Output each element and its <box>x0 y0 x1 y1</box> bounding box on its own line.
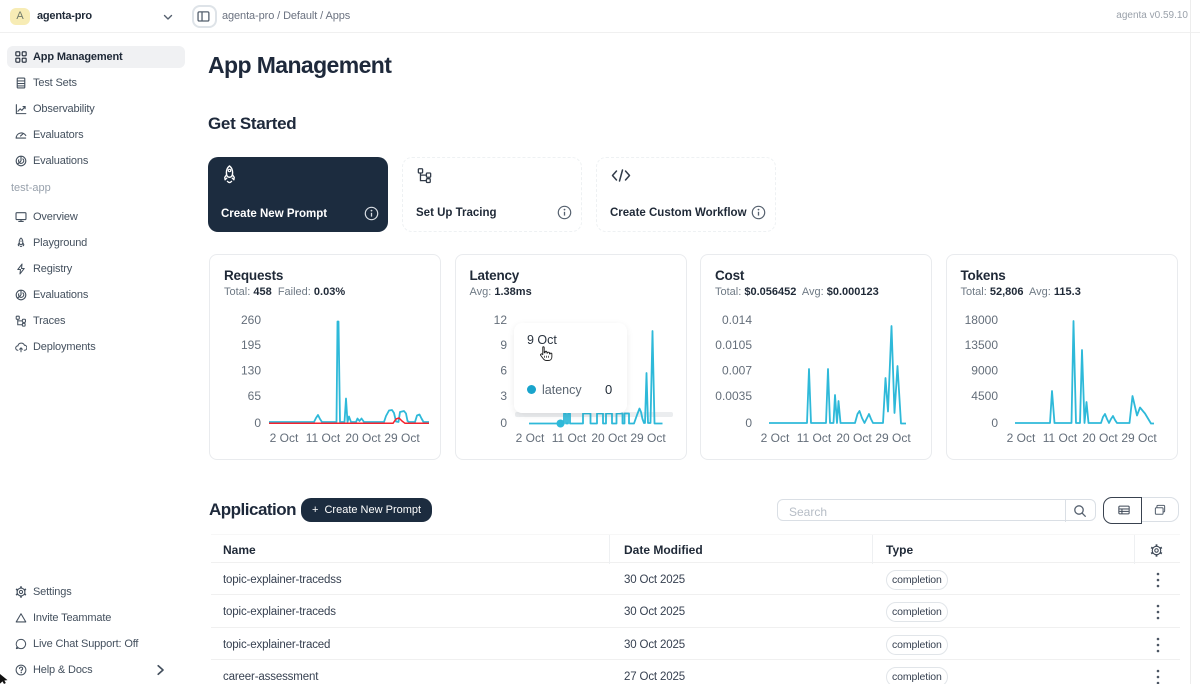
svg-text:0: 0 <box>500 416 507 430</box>
svg-text:0.0035: 0.0035 <box>715 389 752 403</box>
svg-text:11 Oct: 11 Oct <box>1042 431 1077 445</box>
svg-text:20 Oct: 20 Oct <box>591 431 627 445</box>
svg-text:0.007: 0.007 <box>722 364 752 378</box>
svg-text:4500: 4500 <box>971 389 998 403</box>
svg-text:20 Oct: 20 Oct <box>345 431 381 445</box>
svg-text:0.014: 0.014 <box>722 313 752 327</box>
svg-text:29 Oct: 29 Oct <box>875 431 911 445</box>
svg-text:0: 0 <box>991 416 998 430</box>
svg-text:9: 9 <box>500 338 507 352</box>
svg-text:0: 0 <box>745 416 752 430</box>
svg-text:29 Oct: 29 Oct <box>1121 431 1157 445</box>
svg-text:29 Oct: 29 Oct <box>630 431 666 445</box>
svg-text:29 Oct: 29 Oct <box>384 431 420 445</box>
svg-text:9000: 9000 <box>971 364 998 378</box>
svg-text:65: 65 <box>248 389 262 403</box>
svg-text:130: 130 <box>241 364 261 378</box>
svg-text:20 Oct: 20 Oct <box>836 431 872 445</box>
svg-text:0.0105: 0.0105 <box>715 338 752 352</box>
svg-text:260: 260 <box>241 313 261 327</box>
svg-text:2 Oct: 2 Oct <box>515 431 544 445</box>
svg-text:3: 3 <box>500 389 507 403</box>
svg-text:12: 12 <box>493 313 507 327</box>
svg-text:2 Oct: 2 Oct <box>1006 431 1035 445</box>
svg-text:11 Oct: 11 Oct <box>797 431 832 445</box>
svg-text:2 Oct: 2 Oct <box>270 431 299 445</box>
svg-text:195: 195 <box>241 338 261 352</box>
svg-text:13500: 13500 <box>964 338 998 352</box>
svg-text:18000: 18000 <box>964 313 998 327</box>
svg-text:0: 0 <box>254 416 261 430</box>
svg-text:20 Oct: 20 Oct <box>1082 431 1118 445</box>
svg-text:2 Oct: 2 Oct <box>761 431 790 445</box>
svg-text:11 Oct: 11 Oct <box>306 431 341 445</box>
svg-text:11 Oct: 11 Oct <box>551 431 586 445</box>
svg-text:6: 6 <box>500 364 507 378</box>
